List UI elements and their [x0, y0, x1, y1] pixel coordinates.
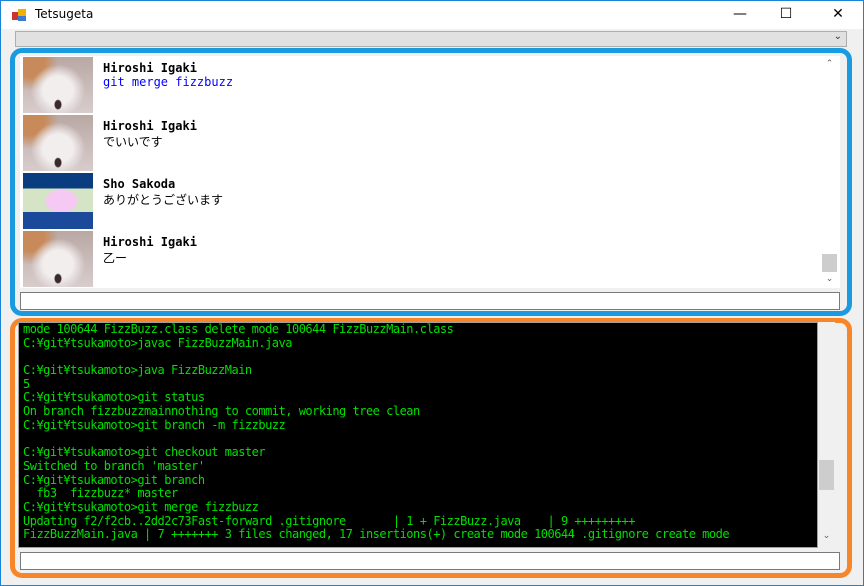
chevron-down-icon: ⌄	[833, 31, 842, 42]
console-line: C:¥git¥tsukamoto>java FizzBuzzMain	[23, 363, 252, 378]
avatar	[23, 57, 93, 113]
console-line: 5	[23, 376, 30, 391]
chat-scrollbar[interactable]: ⌃ ⌄	[821, 56, 838, 288]
list-item: Sho Sakoda ありがとうございます	[23, 173, 813, 229]
chat-list[interactable]: Hiroshi Igaki git merge fizzbuzz Hiroshi …	[20, 56, 840, 288]
window-title: Tetsugeta	[35, 7, 94, 21]
maximize-button[interactable]: ☐	[763, 1, 809, 29]
console-line: C:¥git¥tsukamoto>git checkout master	[23, 445, 266, 460]
minimize-button[interactable]: —	[717, 1, 763, 29]
scroll-thumb[interactable]	[819, 460, 834, 490]
scroll-down-icon[interactable]: ⌄	[818, 531, 835, 548]
console-line: Updating f2/f2cb..2dd2c73Fast-forward .g…	[23, 513, 635, 528]
console-command-input[interactable]	[20, 552, 840, 570]
title-bar: Tetsugeta — ☐ ✕	[1, 1, 863, 29]
list-item: Hiroshi Igaki 乙ー	[23, 231, 813, 287]
channel-combo[interactable]: ⌄	[15, 31, 847, 47]
console-line: C:¥git¥tsukamoto>git branch	[23, 472, 205, 487]
scroll-down-icon[interactable]: ⌄	[821, 271, 838, 288]
console-line: FizzBuzzMain.java | 7 +++++++ 3 files ch…	[23, 527, 730, 542]
sender-name: Sho Sakoda	[103, 177, 176, 191]
console-line: C:¥git¥tsukamoto>git branch -m fizzbuzz	[23, 417, 286, 432]
console-line: Switched to branch 'master'	[23, 458, 205, 473]
chat-message-input[interactable]	[20, 292, 840, 310]
list-item: Hiroshi Igaki でいいです	[23, 115, 813, 171]
sender-name: Hiroshi Igaki	[103, 119, 197, 133]
scroll-up-icon[interactable]: ⌃	[821, 56, 838, 73]
close-button[interactable]: ✕	[815, 1, 861, 29]
console-line: fb3 fizzbuzz* master	[23, 486, 178, 501]
console-line: C:¥git¥tsukamoto>javac FizzBuzzMain.java	[23, 335, 292, 350]
message-text: 乙ー	[103, 251, 128, 265]
message-text: ありがとうございます	[103, 193, 224, 207]
scroll-thumb[interactable]	[822, 254, 837, 272]
console-scrollbar[interactable]: ⌄	[818, 322, 835, 548]
message-text: でいいです	[103, 135, 163, 149]
console-line: C:¥git¥tsukamoto>git merge fizzbuzz	[23, 499, 259, 514]
console-line: C:¥git¥tsukamoto>git status	[23, 390, 205, 405]
console-line: mode 100644 FizzBuzz.class delete mode 1…	[23, 322, 454, 336]
avatar	[23, 173, 93, 229]
avatar	[23, 231, 93, 287]
sender-name: Hiroshi Igaki	[103, 61, 197, 75]
list-item: Hiroshi Igaki git merge fizzbuzz	[23, 57, 813, 113]
sender-name: Hiroshi Igaki	[103, 235, 197, 249]
console-line: On branch fizzbuzzmainnothing to commit,…	[23, 404, 420, 419]
console-output[interactable]: mode 100644 FizzBuzz.class delete mode 1…	[18, 322, 818, 548]
message-text: git merge fizzbuzz	[103, 75, 234, 89]
avatar	[23, 115, 93, 171]
app-icon	[12, 9, 26, 21]
